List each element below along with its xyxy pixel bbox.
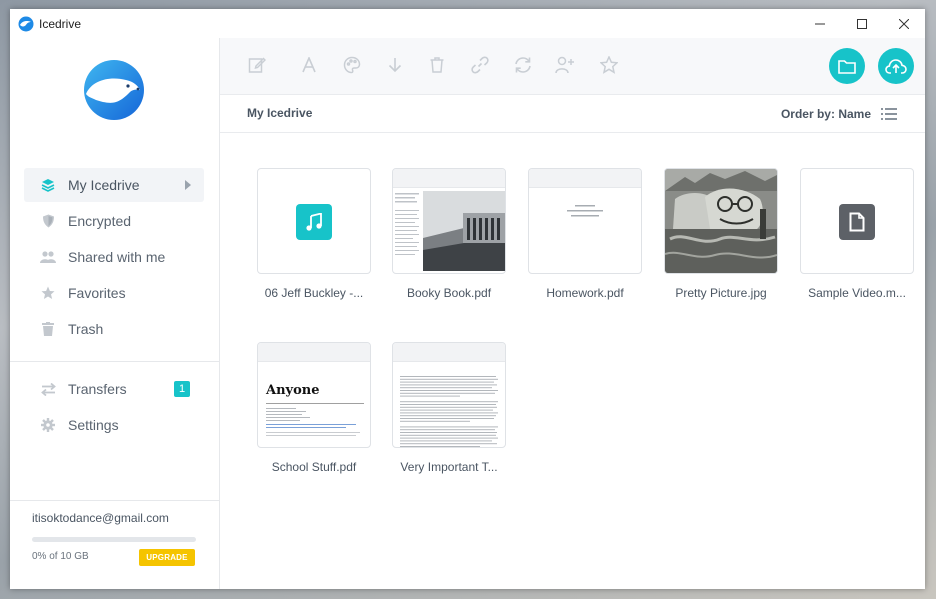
app-window: Icedrive My Icedrive Encrypted Shared wi… — [10, 9, 925, 589]
file-tile[interactable]: Pretty Picture.jpg — [664, 168, 778, 313]
sidebar-item-transfers[interactable]: Transfers 1 — [24, 372, 204, 406]
users-icon — [40, 249, 56, 265]
window-title: Icedrive — [39, 17, 82, 31]
title-bar: Icedrive — [10, 9, 925, 38]
sidebar-item-label: My Icedrive — [68, 177, 140, 193]
download-icon[interactable] — [385, 55, 405, 75]
sidebar-item-label: Transfers — [68, 381, 127, 397]
cloud-upload-icon — [885, 59, 907, 74]
storage-quota-bar — [32, 537, 196, 542]
toolbar — [220, 38, 925, 95]
main-panel: My Icedrive Order by: Name 06 Jeff Buckl… — [220, 38, 925, 589]
file-thumbnail — [664, 168, 778, 274]
music-note-icon — [296, 204, 332, 240]
file-name: School Stuff.pdf — [271, 460, 357, 474]
document-preview — [400, 376, 498, 447]
sidebar-item-label: Encrypted — [68, 213, 132, 229]
file-name: Pretty Picture.jpg — [675, 286, 767, 300]
file-thumbnail — [392, 168, 506, 274]
thumbnail-header-strip — [393, 169, 505, 188]
sidebar-item-label: Trash — [68, 321, 104, 337]
file-thumbnail — [392, 342, 506, 448]
file-thumbnail — [528, 168, 642, 274]
file-thumbnail — [257, 168, 371, 274]
upgrade-button[interactable]: UPGRADE — [139, 549, 195, 566]
thumbnail-header-strip — [258, 343, 370, 362]
shield-icon — [40, 213, 56, 229]
file-tile[interactable]: 06 Jeff Buckley -... — [257, 168, 371, 313]
palette-icon[interactable] — [342, 55, 362, 75]
file-tile[interactable]: Homework.pdf — [528, 168, 642, 313]
order-by-dropdown[interactable]: Order by: Name — [781, 107, 871, 121]
file-tile[interactable]: Sample Video.m... — [800, 168, 914, 313]
rename-icon[interactable] — [299, 55, 319, 75]
star-icon — [40, 285, 56, 301]
thumbnail-heading: Anyone — [266, 383, 320, 398]
file-tile[interactable]: Anyone School Stuff.pdf — [257, 342, 371, 487]
close-icon — [899, 18, 909, 29]
file-name: Sample Video.m... — [808, 286, 906, 300]
document-preview — [266, 403, 364, 436]
file-thumbnail: Anyone — [257, 342, 371, 448]
sidebar-item-my-icedrive[interactable]: My Icedrive — [24, 168, 204, 202]
sidebar-item-shared-with-me[interactable]: Shared with me — [24, 240, 204, 274]
folder-icon — [838, 59, 856, 74]
transfer-icon — [40, 381, 56, 397]
list-view-icon[interactable] — [881, 107, 897, 121]
thumbnail-header-strip — [529, 169, 641, 188]
document-preview — [567, 205, 603, 217]
file-name: Homework.pdf — [546, 286, 624, 300]
minimize-button[interactable] — [799, 9, 841, 38]
gear-icon — [40, 417, 56, 433]
sidebar-item-favorites[interactable]: Favorites — [24, 276, 204, 310]
icedrive-logo — [84, 60, 144, 120]
account-email: itisoktodance@gmail.com — [32, 511, 169, 525]
minimize-icon — [815, 23, 825, 24]
sidebar: My Icedrive Encrypted Shared with me Fav… — [10, 38, 220, 589]
file-name: Very Important T... — [400, 460, 498, 474]
delete-icon[interactable] — [427, 55, 447, 75]
sync-icon[interactable] — [513, 55, 533, 75]
file-thumbnail — [800, 168, 914, 274]
close-button[interactable] — [883, 9, 925, 38]
image-preview — [665, 169, 777, 273]
path-bar: My Icedrive Order by: Name — [220, 95, 925, 133]
sidebar-item-label: Shared with me — [68, 249, 166, 265]
sidebar-item-trash[interactable]: Trash — [24, 312, 204, 346]
file-icon — [839, 204, 875, 240]
trash-icon — [40, 321, 56, 337]
chevron-right-icon — [185, 180, 191, 190]
maximize-icon — [857, 18, 867, 29]
breadcrumb[interactable]: My Icedrive — [247, 106, 312, 120]
transfers-count-badge: 1 — [174, 381, 190, 397]
sidebar-item-encrypted[interactable]: Encrypted — [24, 204, 204, 238]
storage-quota-text: 0% of 10 GB — [32, 551, 89, 562]
new-folder-button[interactable] — [829, 48, 865, 84]
sidebar-divider — [10, 500, 219, 501]
maximize-button[interactable] — [841, 9, 883, 38]
document-preview — [395, 191, 505, 271]
icedrive-logo-icon — [18, 16, 34, 32]
file-name: Booky Book.pdf — [406, 286, 492, 300]
layers-icon — [40, 177, 56, 193]
sidebar-divider — [10, 361, 219, 362]
sidebar-item-label: Favorites — [68, 285, 126, 301]
thumbnail-header-strip — [393, 343, 505, 362]
upload-button[interactable] — [878, 48, 914, 84]
edit-icon[interactable] — [247, 55, 267, 75]
file-name: 06 Jeff Buckley -... — [264, 286, 364, 300]
link-icon[interactable] — [470, 55, 490, 75]
favorite-icon[interactable] — [599, 55, 619, 75]
sidebar-item-settings[interactable]: Settings — [24, 408, 204, 442]
add-user-icon[interactable] — [555, 55, 575, 75]
sidebar-item-label: Settings — [68, 417, 119, 433]
file-tile[interactable]: Very Important T... — [392, 342, 506, 487]
file-tile[interactable]: Booky Book.pdf — [392, 168, 506, 313]
